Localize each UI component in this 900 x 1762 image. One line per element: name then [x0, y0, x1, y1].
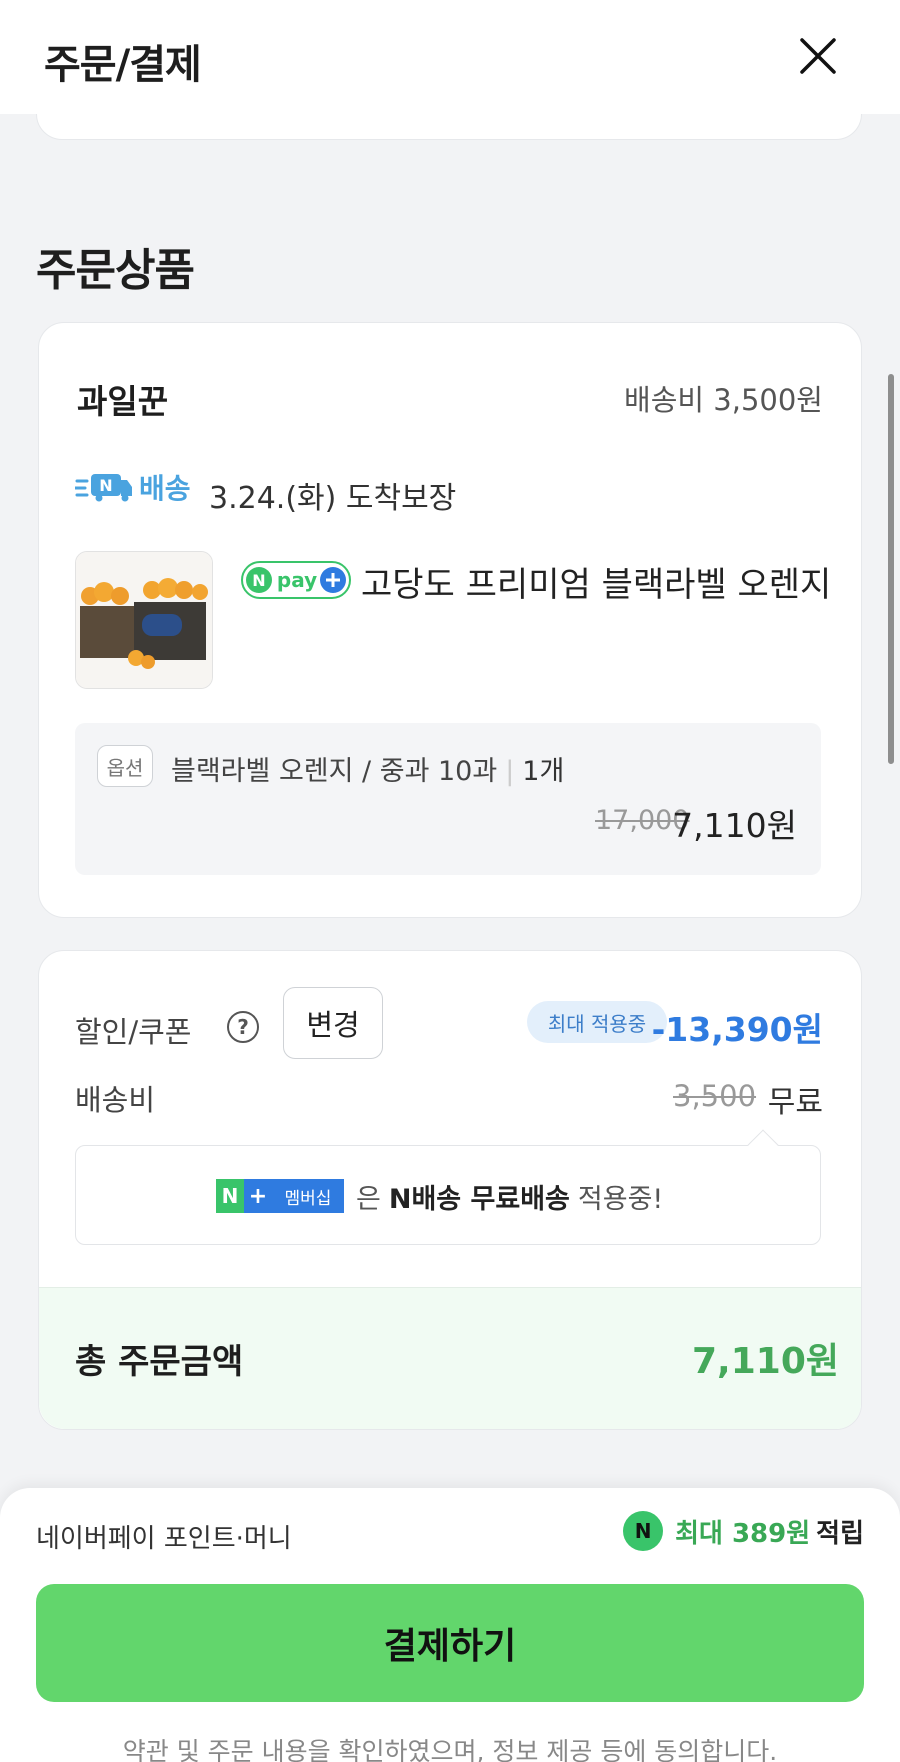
shipping-free: 무료: [767, 1085, 823, 1120]
membership-badge: N + 멤버십: [216, 1179, 344, 1213]
agreement-text: 약관 및 주문 내용을 확인하였으며, 정보 제공 등에 동의합니다.: [122, 1737, 778, 1762]
product-thumbnail[interactable]: [75, 551, 213, 689]
page-title: 주문/결제: [44, 42, 202, 88]
product-name[interactable]: 고당도 프리미엄 블랙라벨 오렌지: [361, 557, 831, 606]
option-quantity: 1개: [522, 756, 565, 787]
notice-pointer: [747, 1129, 779, 1161]
summary-card: 할인/쿠폰 ? 변경 최대 적용중 -13,390원 배송비 3,500 무료 …: [38, 950, 862, 1430]
change-coupon-button[interactable]: 변경: [283, 987, 383, 1059]
total-area: 총 주문금액 7,110원: [39, 1287, 861, 1429]
shipping-label: 배송비: [75, 1083, 156, 1117]
shipping-original: 3,500: [673, 1079, 757, 1113]
membership-prefix: 은: [356, 1183, 381, 1215]
membership-badge-text: 멤버십: [272, 1179, 344, 1213]
arrival-guarantee: 3.24.(화) 도착보장: [209, 481, 457, 516]
max-applied-badge: 최대 적용중: [527, 1001, 667, 1043]
membership-plus-icon: +: [244, 1179, 272, 1213]
membership-benefit: N배송 무료배송: [388, 1183, 570, 1215]
membership-suffix: 적용중!: [577, 1183, 664, 1215]
svg-text:N: N: [99, 476, 112, 495]
app-header: 주문/결제: [0, 0, 900, 114]
payment-sheet: 네이버페이 포인트·머니 N 최대 389원 적립 결제하기 약관 및 주문 내…: [0, 1488, 900, 1762]
close-icon: [800, 38, 836, 74]
option-box: 옵션 블랙라벨 오렌지 / 중과 10과 | 1개 17,000 7,110원: [75, 723, 821, 875]
delivery-truck-icon: N: [75, 474, 132, 502]
membership-n-icon: N: [216, 1179, 244, 1213]
help-icon[interactable]: ?: [227, 1011, 259, 1043]
membership-line: N + 멤버십 은 N배송 무료배송 적용중!: [216, 1176, 663, 1216]
points-max: 최대 389원: [675, 1518, 811, 1549]
n-delivery-badge: N 배송: [75, 469, 191, 505]
shipping-fee: 배송비 3,500원: [624, 383, 823, 417]
option-name: 블랙라벨 오렌지 / 중과 10과: [171, 756, 498, 787]
store-name: 과일꾼: [77, 382, 169, 421]
discount-coupon-label: 할인/쿠폰: [75, 1015, 192, 1049]
npay-point-icon: N: [623, 1511, 664, 1551]
option-detail: 블랙라벨 오렌지 / 중과 10과 | 1개: [171, 749, 564, 788]
npay-plus-icon: N pay: [241, 561, 351, 599]
option-divider: |: [505, 756, 515, 787]
pay-button[interactable]: 결제하기: [36, 1584, 864, 1702]
section-title: 주문상품: [36, 245, 195, 296]
points-label: 네이버페이 포인트·머니: [36, 1524, 292, 1554]
delivery-badge-label: 배송: [139, 472, 191, 505]
product-card: 과일꾼 배송비 3,500원 N 배송 3.24.(화) 도착보장 N pay …: [38, 322, 862, 918]
total-value: 7,110원: [692, 1341, 839, 1382]
points-suffix: 적립: [816, 1518, 864, 1549]
product-image: [76, 552, 212, 688]
membership-notice: N + 멤버십 은 N배송 무료배송 적용중!: [75, 1129, 821, 1245]
discount-amount: -13,390원: [651, 1010, 823, 1049]
npay-plus-badge: N pay: [241, 561, 351, 599]
final-price: 7,110원: [672, 806, 797, 845]
option-tag: 옵션: [97, 745, 153, 787]
svg-text:pay: pay: [277, 568, 317, 592]
close-button[interactable]: [794, 32, 842, 80]
points-reward: N 최대 389원 적립: [623, 1510, 864, 1552]
scrollbar[interactable]: [888, 374, 894, 764]
svg-text:N: N: [252, 571, 265, 590]
total-label: 총 주문금액: [75, 1342, 244, 1382]
